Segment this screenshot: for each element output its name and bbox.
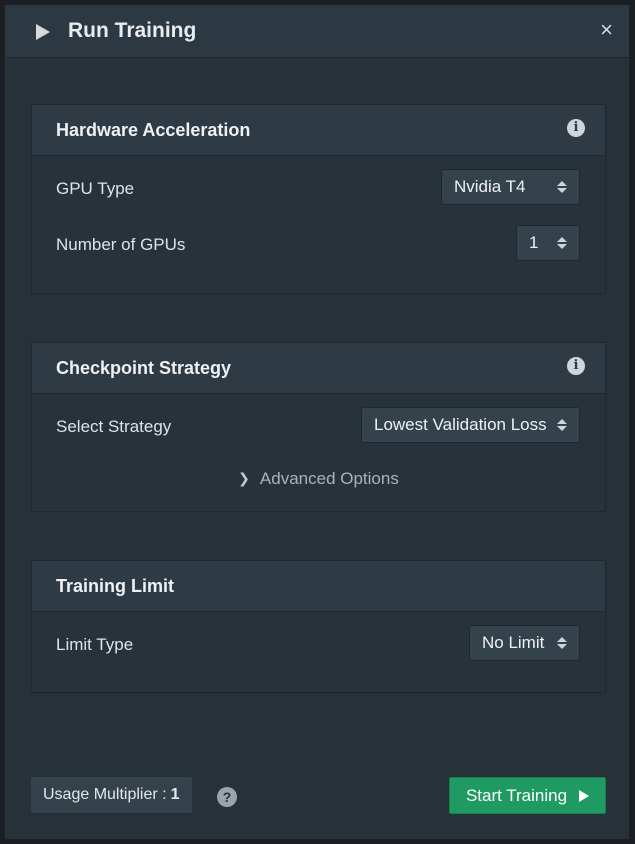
select-arrows-icon xyxy=(557,419,567,431)
section-header: Training Limit xyxy=(32,561,605,612)
training-limit-section: Training Limit Limit Type No Limit xyxy=(31,560,606,693)
gpu-type-label: GPU Type xyxy=(56,179,135,198)
section-title: Training Limit xyxy=(56,576,175,596)
usage-multiplier-label: Usage Multiplier : xyxy=(43,786,167,803)
num-gpus-select[interactable]: 1 xyxy=(516,225,580,261)
num-gpus-value: 1 xyxy=(529,233,539,252)
start-training-button[interactable]: Start Training xyxy=(449,777,606,814)
chevron-down-icon: ❯ xyxy=(238,470,250,486)
select-arrows-icon xyxy=(557,637,567,649)
start-training-label: Start Training xyxy=(465,785,568,805)
select-arrows-icon xyxy=(557,237,567,249)
dialog-titlebar: Run Training × xyxy=(5,5,629,58)
section-header: Checkpoint Strategy i xyxy=(32,343,605,394)
gpu-type-value: Nvidia T4 xyxy=(454,177,526,196)
info-icon[interactable]: i xyxy=(567,357,585,375)
advanced-options-toggle[interactable]: ❯ Advanced Options xyxy=(32,469,605,489)
info-icon[interactable]: i xyxy=(567,119,585,137)
hardware-acceleration-section: Hardware Acceleration i GPU Type Nvidia … xyxy=(31,104,606,294)
close-icon[interactable]: × xyxy=(600,17,613,43)
section-title: Hardware Acceleration xyxy=(56,120,251,140)
gpu-type-select[interactable]: Nvidia T4 xyxy=(441,169,580,205)
num-gpus-label: Number of GPUs xyxy=(56,235,186,254)
advanced-options-label: Advanced Options xyxy=(259,469,399,488)
help-icon[interactable]: ? xyxy=(217,787,237,807)
run-training-dialog: Run Training × Hardware Acceleration i G… xyxy=(4,4,630,840)
play-icon xyxy=(36,24,50,40)
limit-type-value: No Limit xyxy=(482,633,545,652)
strategy-label: Select Strategy xyxy=(56,417,172,436)
play-icon xyxy=(579,789,590,802)
usage-multiplier-value: 1 xyxy=(170,786,180,803)
usage-multiplier-badge: Usage Multiplier : 1 xyxy=(31,777,192,813)
section-title: Checkpoint Strategy xyxy=(56,358,232,378)
select-arrows-icon xyxy=(557,181,567,193)
limit-type-select[interactable]: No Limit xyxy=(469,625,580,661)
checkpoint-strategy-section: Checkpoint Strategy i Select Strategy Lo… xyxy=(31,342,606,512)
strategy-value: Lowest Validation Loss xyxy=(374,415,547,434)
limit-type-label: Limit Type xyxy=(56,635,134,654)
dialog-title: Run Training xyxy=(68,19,197,42)
strategy-select[interactable]: Lowest Validation Loss xyxy=(361,407,580,443)
section-header: Hardware Acceleration i xyxy=(32,105,605,156)
